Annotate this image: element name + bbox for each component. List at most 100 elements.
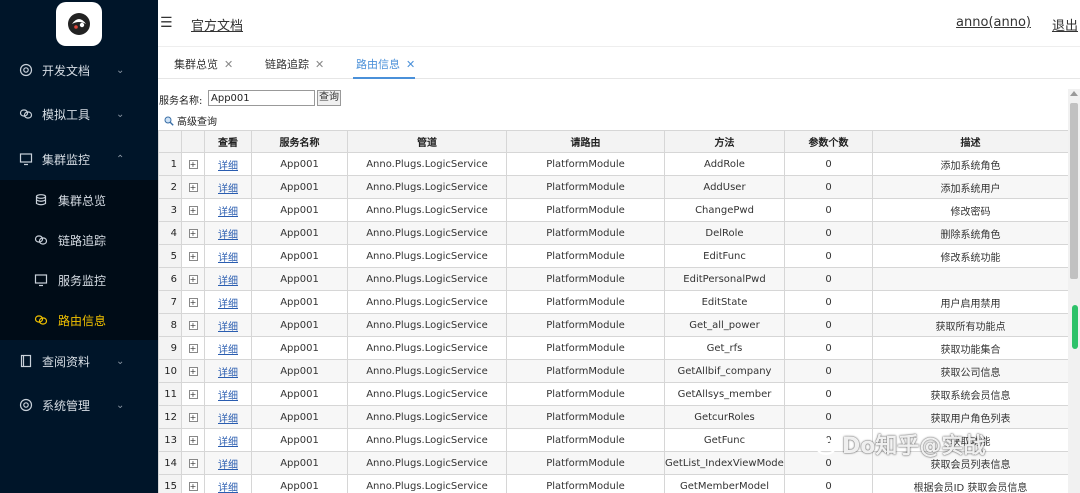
detail-link[interactable]: 详细	[218, 322, 238, 333]
sidebar-subitem-trace[interactable]: 链路追踪	[0, 220, 158, 260]
plus-icon[interactable]: +	[188, 320, 198, 330]
plus-icon[interactable]: +	[188, 435, 198, 445]
expand-row-icon[interactable]: +	[181, 198, 205, 222]
row-index: 6	[158, 267, 182, 291]
tab-route-info[interactable]: 路由信息 ✕	[356, 56, 415, 72]
service-name-input[interactable]	[208, 90, 315, 106]
logout-link[interactable]: 退出	[1052, 15, 1078, 34]
plus-icon[interactable]: +	[188, 481, 198, 491]
close-icon[interactable]: ✕	[406, 58, 415, 71]
plus-icon[interactable]: +	[188, 205, 198, 215]
col-header-pipe[interactable]: 管道	[347, 130, 507, 153]
col-header-desc[interactable]: 描述	[872, 130, 1068, 153]
tab-trace[interactable]: 链路追踪 ✕	[265, 56, 324, 72]
plus-icon[interactable]: +	[188, 159, 198, 169]
sidebar-subitem-cluster-overview[interactable]: 集群总览	[0, 180, 158, 220]
expand-row-icon[interactable]: +	[181, 290, 205, 314]
expand-row-icon[interactable]: +	[181, 336, 205, 360]
params-cell: 0	[784, 198, 873, 222]
user-name-link[interactable]: anno(anno)	[956, 15, 1031, 30]
detail-link[interactable]: 详细	[218, 460, 238, 471]
detail-link[interactable]: 详细	[218, 391, 238, 402]
detail-link[interactable]: 详细	[218, 345, 238, 356]
sidebar-subitem-service-monitor[interactable]: 服务监控	[0, 260, 158, 300]
plus-icon[interactable]: +	[188, 458, 198, 468]
gear-icon	[19, 398, 33, 412]
scroll-up-arrow-icon[interactable]	[1070, 91, 1078, 96]
expand-row-icon[interactable]: +	[181, 451, 205, 475]
expand-row-icon[interactable]: +	[181, 313, 205, 337]
sidebar-item-cluster-monitor[interactable]: 集群监控 ⌃	[0, 139, 158, 179]
service-name-cell: App001	[251, 290, 348, 314]
sidebar-item-system-admin[interactable]: 系统管理 ⌄	[0, 385, 158, 425]
detail-link[interactable]: 详细	[218, 414, 238, 425]
table-row[interactable]: 7 + 详细 App001 Anno.Plugs.LogicService Platfor…	[158, 290, 1068, 314]
table-row[interactable]: 1 + 详细 App001 Anno.Plugs.LogicService Platfor…	[158, 152, 1068, 176]
col-header-params[interactable]: 参数个数	[784, 130, 873, 153]
plus-icon[interactable]: +	[188, 343, 198, 353]
plus-icon[interactable]: +	[188, 251, 198, 261]
table-row[interactable]: 11 + 详细 App001 Anno.Plugs.LogicService Platfo…	[158, 382, 1068, 406]
expand-row-icon[interactable]: +	[181, 359, 205, 383]
expand-row-icon[interactable]: +	[181, 267, 205, 291]
detail-link[interactable]: 详细	[218, 299, 238, 310]
detail-link[interactable]: 详细	[218, 437, 238, 448]
plus-icon[interactable]: +	[188, 366, 198, 376]
detail-link[interactable]: 详细	[218, 276, 238, 287]
tab-cluster-overview[interactable]: 集群总览 ✕	[174, 56, 233, 72]
scrollbar-thumb[interactable]	[1070, 103, 1078, 279]
col-header-view[interactable]: 查看	[204, 130, 252, 153]
plus-icon[interactable]: +	[188, 182, 198, 192]
route-cell: PlatformModule	[506, 244, 665, 268]
table-row[interactable]: 10 + 详细 App001 Anno.Plugs.LogicService Platfo…	[158, 359, 1068, 383]
vertical-scrollbar[interactable]	[1068, 89, 1080, 493]
expand-row-icon[interactable]: +	[181, 244, 205, 268]
sidebar-subitem-route-info[interactable]: 路由信息	[0, 300, 158, 340]
table-row[interactable]: 2 + 详细 App001 Anno.Plugs.LogicService Platfor…	[158, 175, 1068, 199]
detail-link[interactable]: 详细	[218, 207, 238, 218]
detail-link[interactable]: 详细	[218, 368, 238, 379]
menu-toggle-icon[interactable]: ☰	[160, 15, 173, 31]
tab-label: 路由信息	[356, 58, 400, 71]
expand-row-icon[interactable]: +	[181, 428, 205, 452]
sidebar-item-reference[interactable]: 查阅资料 ⌄	[0, 341, 158, 381]
table-row[interactable]: 15 + 详细 App001 Anno.Plugs.LogicService Platfo…	[158, 474, 1068, 493]
col-header-route[interactable]: 请路由	[506, 130, 665, 153]
close-icon[interactable]: ✕	[224, 58, 233, 71]
expand-row-icon[interactable]: +	[181, 382, 205, 406]
table-row[interactable]: 9 + 详细 App001 Anno.Plugs.LogicService Platfor…	[158, 336, 1068, 360]
sidebar-item-sim-tools[interactable]: 模拟工具 ⌄	[0, 94, 158, 134]
query-button[interactable]: 查询	[317, 90, 341, 106]
detail-link[interactable]: 详细	[218, 184, 238, 195]
detail-link[interactable]: 详细	[218, 483, 238, 493]
plus-icon[interactable]: +	[188, 274, 198, 284]
plus-icon[interactable]: +	[188, 389, 198, 399]
table-row[interactable]: 3 + 详细 App001 Anno.Plugs.LogicService Platfor…	[158, 198, 1068, 222]
detail-link[interactable]: 详细	[218, 253, 238, 264]
table-row[interactable]: 6 + 详细 App001 Anno.Plugs.LogicService Platfor…	[158, 267, 1068, 291]
app-logo[interactable]	[56, 2, 102, 46]
expand-row-icon[interactable]: +	[181, 152, 205, 176]
advanced-query[interactable]: 高级查询	[164, 113, 217, 128]
table-row[interactable]: 8 + 详细 App001 Anno.Plugs.LogicService Platfor…	[158, 313, 1068, 337]
sidebar-item-dev-docs[interactable]: 开发文档 ⌄	[0, 50, 158, 90]
expand-row-icon[interactable]: +	[181, 175, 205, 199]
plus-icon[interactable]: +	[188, 297, 198, 307]
table-row[interactable]: 12 + 详细 App001 Anno.Plugs.LogicService Platfo…	[158, 405, 1068, 429]
detail-link[interactable]: 详细	[218, 161, 238, 172]
plus-icon[interactable]: +	[188, 228, 198, 238]
desc-cell: 根据会员ID 获取会员信息	[872, 474, 1068, 493]
pipe-cell: Anno.Plugs.LogicService	[347, 244, 507, 268]
expand-row-icon[interactable]: +	[181, 221, 205, 245]
col-header-service[interactable]: 服务名称	[251, 130, 348, 153]
detail-link[interactable]: 详细	[218, 230, 238, 241]
expand-row-icon[interactable]: +	[181, 474, 205, 493]
plus-icon[interactable]: +	[188, 412, 198, 422]
pipe-cell: Anno.Plugs.LogicService	[347, 382, 507, 406]
official-docs-link[interactable]: 官方文档	[191, 15, 243, 34]
expand-row-icon[interactable]: +	[181, 405, 205, 429]
close-icon[interactable]: ✕	[315, 58, 324, 71]
table-row[interactable]: 4 + 详细 App001 Anno.Plugs.LogicService Platfor…	[158, 221, 1068, 245]
table-row[interactable]: 5 + 详细 App001 Anno.Plugs.LogicService Platfor…	[158, 244, 1068, 268]
col-header-method[interactable]: 方法	[664, 130, 785, 153]
